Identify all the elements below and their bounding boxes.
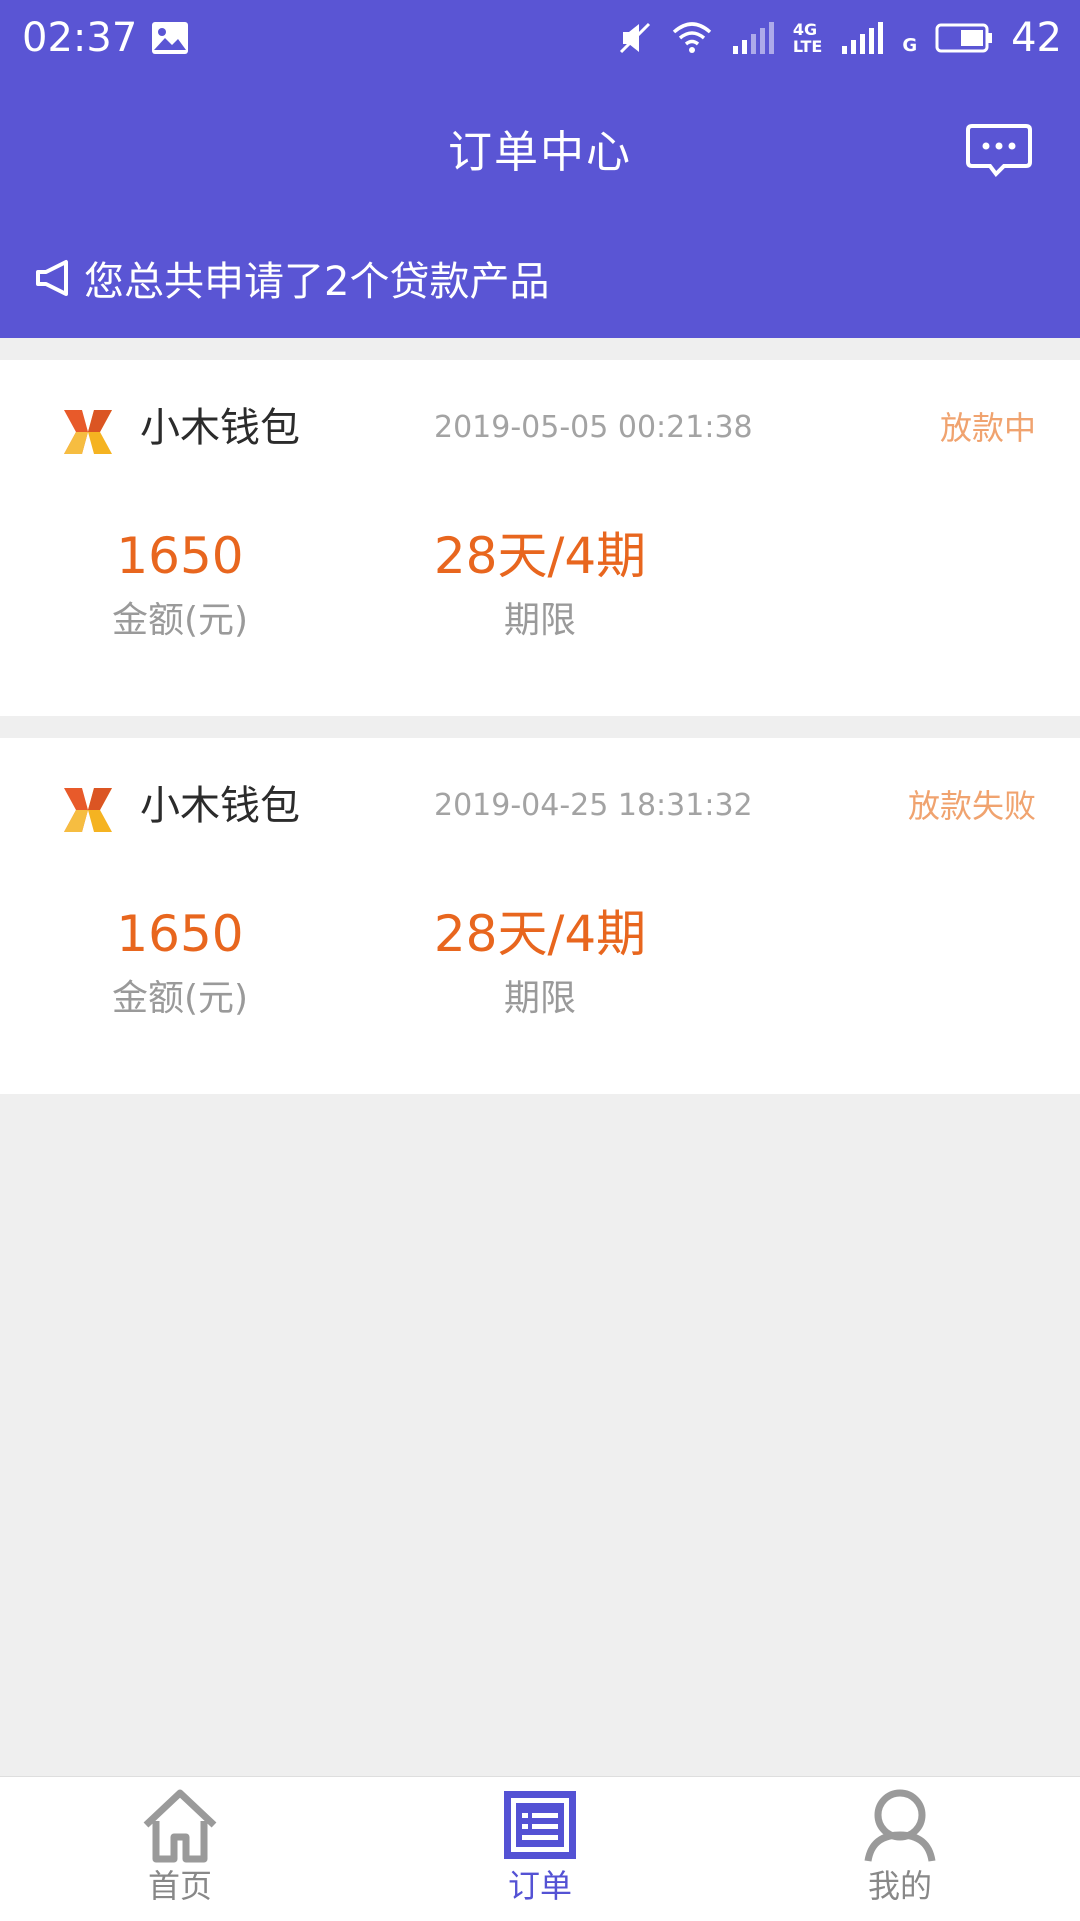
tab-orders[interactable]: 订单: [440, 1787, 640, 1917]
order-status: 放款失败: [907, 787, 1036, 825]
tab-label: 我的: [867, 1867, 932, 1905]
page-title: 订单中心: [448, 127, 632, 178]
order-card[interactable]: 小木钱包 2019-04-25 18:31:32 放款失败 1650 金额(元)…: [0, 738, 1080, 1094]
amount-stat: 1650 金额(元): [80, 520, 280, 648]
order-time: 2019-04-25 18:31:32: [434, 788, 753, 823]
term-stat: 28天/4期 期限: [400, 520, 680, 648]
amount-value: 1650: [116, 905, 244, 963]
order-card[interactable]: 小木钱包 2019-05-05 00:21:38 放款中 1650 金额(元) …: [0, 360, 1080, 716]
user-icon: [864, 1789, 936, 1862]
header: 02:37 4G LTE G 42 订单中心 您总共申请了2个贷款产品: [0, 0, 1080, 338]
status-icons: 4G LTE G 42: [617, 10, 1062, 66]
tab-label: 订单: [507, 1867, 572, 1905]
term-label: 期限: [503, 978, 576, 1019]
order-status: 放款中: [939, 409, 1036, 447]
amount-stat: 1650 金额(元): [80, 898, 280, 1026]
term-value: 28天/4期: [433, 527, 647, 585]
network-type-1: 4G LTE: [793, 21, 822, 55]
term-stat: 28天/4期 期限: [400, 898, 680, 1026]
brand-name: 小木钱包: [140, 405, 300, 451]
brand-logo-icon: [64, 788, 112, 832]
tab-home[interactable]: 首页: [80, 1787, 280, 1917]
brand-logo-icon: [64, 410, 112, 454]
order-icon: [504, 1791, 576, 1859]
status-bar: 02:37 4G LTE G 42: [0, 0, 1080, 76]
image-icon: [152, 22, 188, 54]
network-label-4g: 4G: [792, 20, 818, 39]
network-type-2: G: [902, 35, 918, 56]
megaphone-icon: [36, 260, 68, 296]
notice-text: 您总共申请了2个贷款产品: [84, 259, 550, 305]
notice-bar: 您总共申请了2个贷款产品: [32, 248, 549, 308]
tab-mine[interactable]: 我的: [800, 1787, 1000, 1917]
bottom-tab-bar: 首页 订单 我的: [0, 1776, 1080, 1921]
battery-level: 42: [1011, 15, 1062, 61]
network-label-lte: LTE: [792, 37, 823, 56]
home-icon: [143, 1789, 217, 1863]
message-icon[interactable]: [966, 118, 1032, 184]
amount-label: 金额(元): [111, 978, 249, 1019]
wifi-icon: [672, 22, 712, 53]
battery-icon: [935, 23, 993, 53]
order-list: 小木钱包 2019-05-05 00:21:38 放款中 1650 金额(元) …: [0, 338, 1080, 1094]
term-label: 期限: [503, 600, 576, 641]
signal-icon-2: [842, 22, 884, 54]
tab-label: 首页: [147, 1867, 212, 1905]
order-time: 2019-05-05 00:21:38: [434, 410, 753, 445]
title-bar: 订单中心: [0, 76, 1080, 226]
amount-label: 金额(元): [111, 600, 249, 641]
term-value: 28天/4期: [433, 905, 647, 963]
status-time: 02:37: [22, 15, 138, 61]
amount-value: 1650: [116, 527, 244, 585]
brand-name: 小木钱包: [140, 783, 300, 829]
mute-icon: [619, 22, 650, 54]
signal-icon-1: [732, 22, 774, 54]
